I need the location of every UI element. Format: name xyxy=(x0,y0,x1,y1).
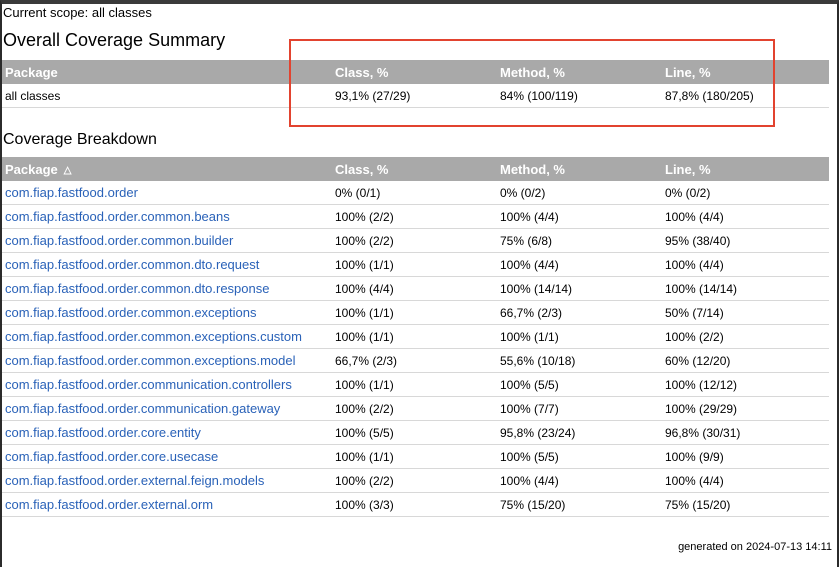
table-row: com.fiap.fastfood.order.common.exception… xyxy=(2,324,829,349)
table-row: com.fiap.fastfood.order.common.exception… xyxy=(2,348,829,373)
package-link[interactable]: com.fiap.fastfood.order.communication.co… xyxy=(5,377,292,392)
cell-package: com.fiap.fastfood.order.common.exception… xyxy=(2,300,332,325)
cell-method: 100% (4/4) xyxy=(497,204,662,229)
cell-line: 96,8% (30/31) xyxy=(662,420,829,445)
cell-line: 75% (15/20) xyxy=(662,492,829,517)
cell-class: 100% (5/5) xyxy=(332,420,497,445)
sort-ascending-icon: △ xyxy=(63,164,72,176)
cell-class: 100% (1/1) xyxy=(332,324,497,349)
table-row: com.fiap.fastfood.order 0% (0/1) 0% (0/2) 0… xyxy=(2,181,829,205)
package-link[interactable]: com.fiap.fastfood.order.common.exception… xyxy=(5,305,256,320)
table-row: com.fiap.fastfood.order.common.builder 10… xyxy=(2,228,829,253)
cell-line: 100% (2/2) xyxy=(662,324,829,349)
cell-package: com.fiap.fastfood.order.core.entity xyxy=(2,420,332,445)
cell-class: 0% (0/1) xyxy=(332,181,497,205)
cell-package: com.fiap.fastfood.order.core.usecase xyxy=(2,444,332,469)
cell-package: com.fiap.fastfood.order.external.feign.m… xyxy=(2,468,332,493)
table-row: com.fiap.fastfood.order.external.orm 100%… xyxy=(2,492,829,517)
cell-method: 100% (1/1) xyxy=(497,324,662,349)
package-link[interactable]: com.fiap.fastfood.order xyxy=(5,185,138,200)
cell-class: 100% (1/1) xyxy=(332,444,497,469)
cell-line: 100% (12/12) xyxy=(662,372,829,397)
cell-line: 50% (7/14) xyxy=(662,300,829,325)
cell-class: 100% (2/2) xyxy=(332,468,497,493)
cell-package: com.fiap.fastfood.order.communication.co… xyxy=(2,372,332,397)
cell-method: 100% (5/5) xyxy=(497,372,662,397)
cell-method: 95,8% (23/24) xyxy=(497,420,662,445)
table-row: com.fiap.fastfood.order.communication.co… xyxy=(2,372,829,397)
cell-package: com.fiap.fastfood.order.common.beans xyxy=(2,204,332,229)
table-row: com.fiap.fastfood.order.common.dto.respo… xyxy=(2,276,829,301)
cell-method: 75% (6/8) xyxy=(497,228,662,253)
cell-method: 100% (4/4) xyxy=(497,252,662,277)
table-row: com.fiap.fastfood.order.common.exception… xyxy=(2,300,829,325)
breakdown-header-method[interactable]: Method, % xyxy=(497,157,662,181)
table-row: com.fiap.fastfood.order.core.usecase 100%… xyxy=(2,444,829,469)
cell-package: com.fiap.fastfood.order xyxy=(2,181,332,205)
cell-method: 100% (5/5) xyxy=(497,444,662,469)
table-row: com.fiap.fastfood.order.core.entity 100% … xyxy=(2,420,829,445)
cell-line: 100% (9/9) xyxy=(662,444,829,469)
package-link[interactable]: com.fiap.fastfood.order.core.entity xyxy=(5,425,201,440)
annotation-highlight-box xyxy=(289,39,775,127)
package-link[interactable]: com.fiap.fastfood.order.communication.ga… xyxy=(5,401,280,416)
cell-line: 100% (4/4) xyxy=(662,204,829,229)
cell-class: 66,7% (2/3) xyxy=(332,348,497,373)
package-link[interactable]: com.fiap.fastfood.order.external.orm xyxy=(5,497,213,512)
cell-package: com.fiap.fastfood.order.common.dto.reque… xyxy=(2,252,332,277)
breakdown-header-package-label: Package xyxy=(5,161,58,177)
cell-method: 55,6% (10/18) xyxy=(497,348,662,373)
summary-title: Overall Coverage Summary xyxy=(3,30,226,50)
package-link[interactable]: com.fiap.fastfood.order.core.usecase xyxy=(5,449,218,464)
package-link[interactable]: com.fiap.fastfood.order.common.exception… xyxy=(5,353,295,368)
current-scope: Current scope: all classes xyxy=(3,5,152,20)
cell-package: com.fiap.fastfood.order.common.builder xyxy=(2,228,332,253)
breakdown-header-row: Package △ Class, % Method, % Line, % xyxy=(2,157,829,181)
breakdown-header-class[interactable]: Class, % xyxy=(332,157,497,181)
cell-method: 100% (14/14) xyxy=(497,276,662,301)
cell-line: 0% (0/2) xyxy=(662,181,829,205)
cell-class: 100% (1/1) xyxy=(332,252,497,277)
table-row: com.fiap.fastfood.order.communication.ga… xyxy=(2,396,829,421)
cell-package: com.fiap.fastfood.order.common.dto.respo… xyxy=(2,276,332,301)
cell-line: 100% (4/4) xyxy=(662,468,829,493)
cell-class: 100% (4/4) xyxy=(332,276,497,301)
package-link[interactable]: com.fiap.fastfood.order.common.builder xyxy=(5,233,233,248)
cell-method: 100% (7/7) xyxy=(497,396,662,421)
cell-method: 100% (4/4) xyxy=(497,468,662,493)
cell-line: 100% (29/29) xyxy=(662,396,829,421)
cell-line: 60% (12/20) xyxy=(662,348,829,373)
cell-line: 95% (38/40) xyxy=(662,228,829,253)
table-row: com.fiap.fastfood.order.external.feign.m… xyxy=(2,468,829,493)
cell-package: com.fiap.fastfood.order.external.orm xyxy=(2,492,332,517)
cell-line: 100% (4/4) xyxy=(662,252,829,277)
package-link[interactable]: com.fiap.fastfood.order.common.dto.respo… xyxy=(5,281,269,296)
breakdown-title: Coverage Breakdown xyxy=(3,131,157,148)
table-row: com.fiap.fastfood.order.common.beans 100%… xyxy=(2,204,829,229)
cell-class: 100% (2/2) xyxy=(332,228,497,253)
cell-method: 0% (0/2) xyxy=(497,181,662,205)
cell-package: com.fiap.fastfood.order.communication.ga… xyxy=(2,396,332,421)
cell-package: com.fiap.fastfood.order.common.exception… xyxy=(2,348,332,373)
cell-class: 100% (2/2) xyxy=(332,204,497,229)
cell-package: com.fiap.fastfood.order.common.exception… xyxy=(2,324,332,349)
summary-cell-package: all classes xyxy=(2,84,332,108)
cell-line: 100% (14/14) xyxy=(662,276,829,301)
cell-method: 66,7% (2/3) xyxy=(497,300,662,325)
package-link[interactable]: com.fiap.fastfood.order.common.dto.reque… xyxy=(5,257,259,272)
cell-class: 100% (1/1) xyxy=(332,372,497,397)
breakdown-header-package[interactable]: Package △ xyxy=(2,157,332,181)
cell-method: 75% (15/20) xyxy=(497,492,662,517)
breakdown-table: Package △ Class, % Method, % Line, % com.… xyxy=(2,157,829,517)
table-row: com.fiap.fastfood.order.common.dto.reque… xyxy=(2,252,829,277)
summary-header-package: Package xyxy=(2,60,332,84)
generated-timestamp: generated on 2024-07-13 14:11 xyxy=(678,541,832,553)
package-link[interactable]: com.fiap.fastfood.order.common.beans xyxy=(5,209,230,224)
cell-class: 100% (2/2) xyxy=(332,396,497,421)
package-link[interactable]: com.fiap.fastfood.order.common.exception… xyxy=(5,329,302,344)
package-link[interactable]: com.fiap.fastfood.order.external.feign.m… xyxy=(5,473,264,488)
breakdown-header-line[interactable]: Line, % xyxy=(662,157,829,181)
cell-class: 100% (1/1) xyxy=(332,300,497,325)
cell-class: 100% (3/3) xyxy=(332,492,497,517)
